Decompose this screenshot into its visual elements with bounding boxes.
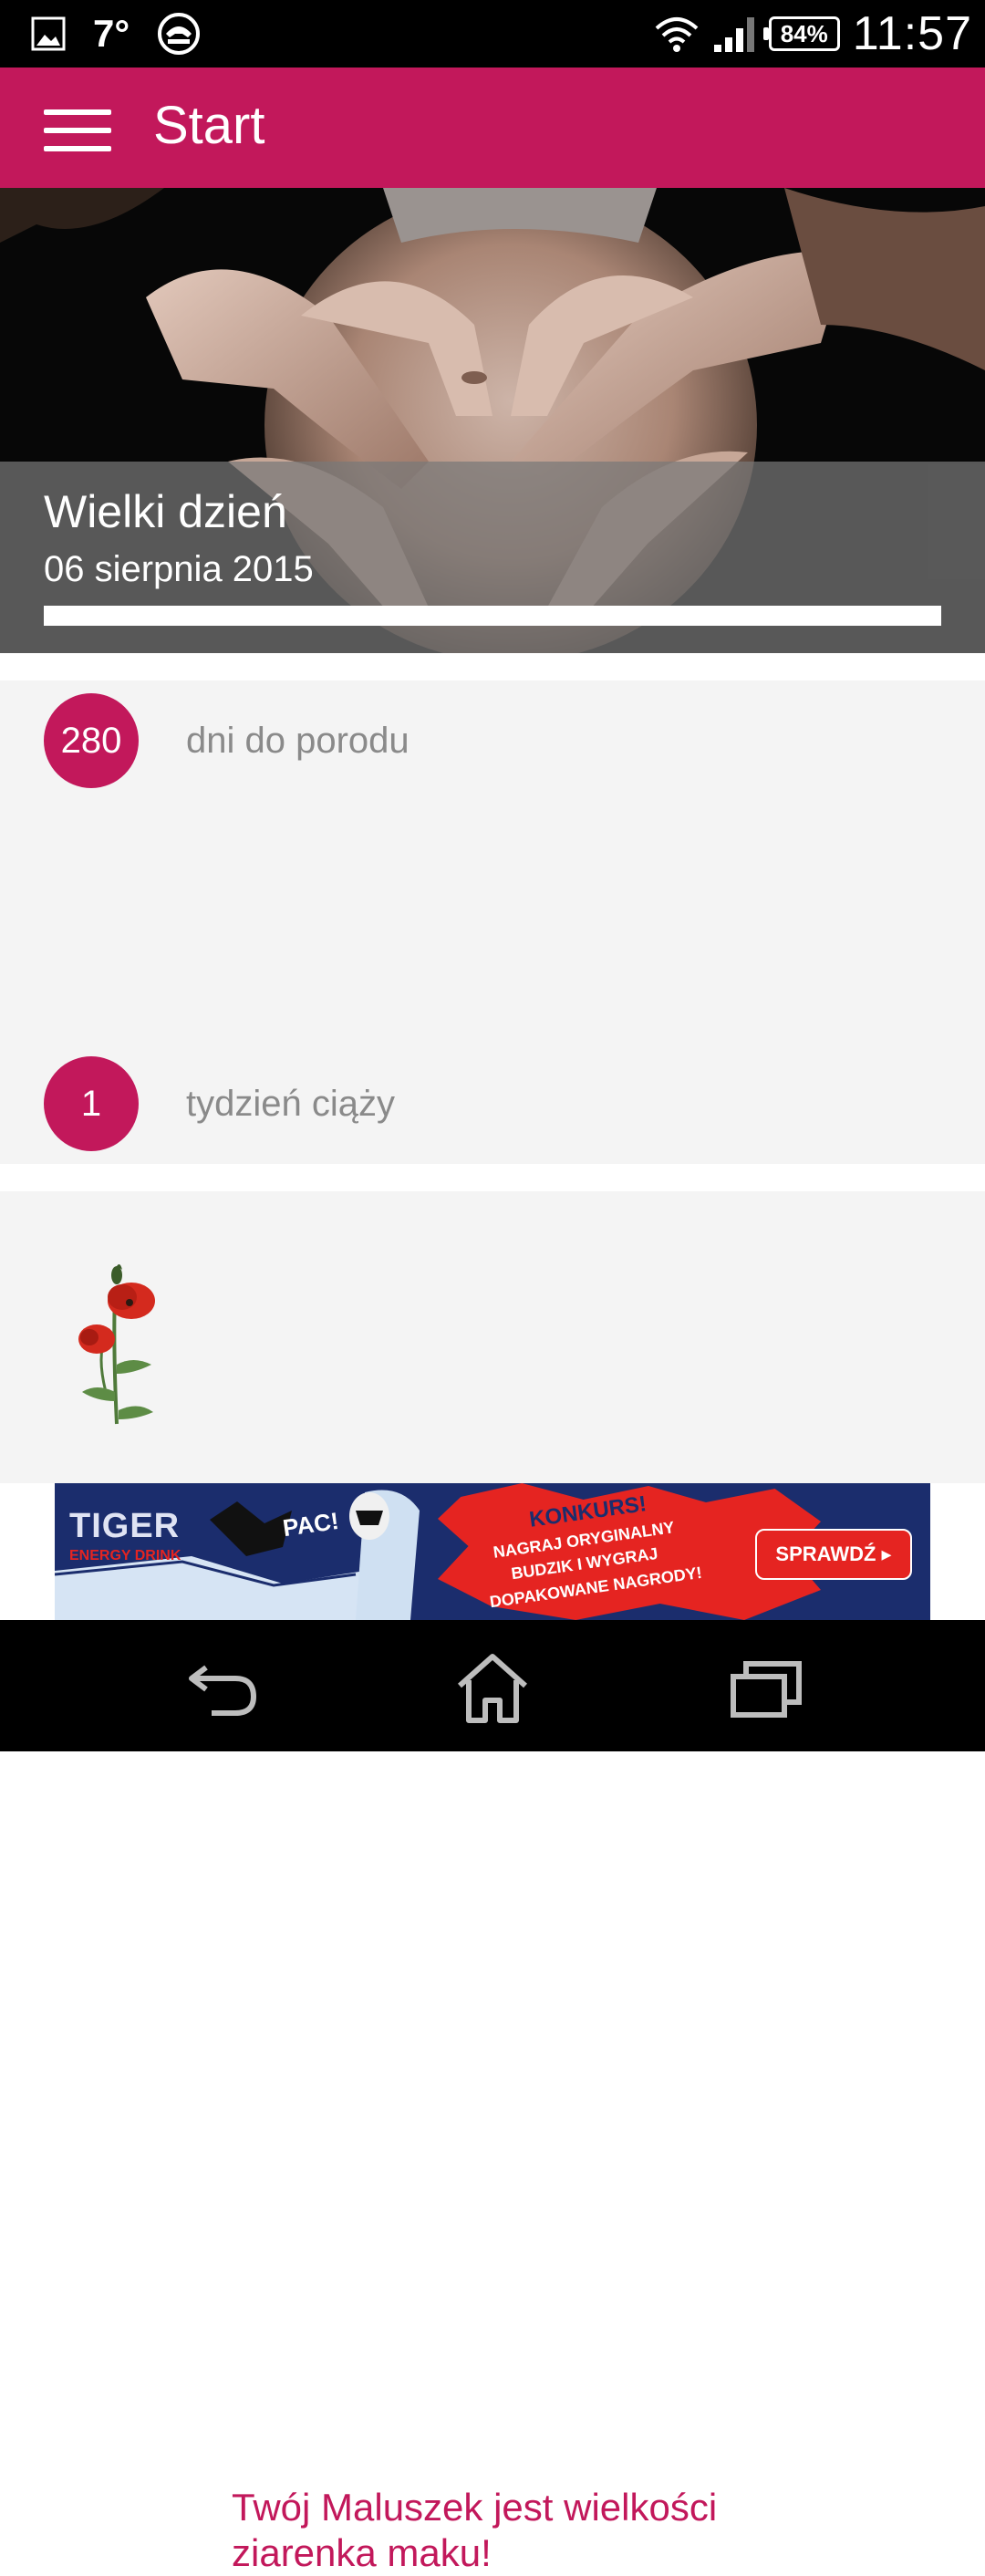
ad-brand-logo: TIGER [69,1507,181,1545]
battery-level: 84% [780,19,828,47]
temperature-text: 7° [93,12,130,55]
navigation-bar [0,1620,985,1751]
ad-cta-button[interactable]: SPRAWDŹ ▸ [755,1529,912,1580]
ad-brand: TIGER ENERGY DRINK [69,1507,181,1564]
app-bar: Start [0,68,985,188]
days-counter-label: dni do porodu [186,721,410,761]
battery-icon: 84% [762,16,840,51]
voicemail-icon [158,13,201,55]
page-title: Start [153,96,265,155]
pregnancy-progress-bar [44,606,941,626]
week-counter-badge: 1 [44,1056,139,1151]
days-counter-badge: 280 [44,693,139,788]
status-bar: 7° 84% 11:57 [0,0,985,68]
back-icon[interactable] [179,1651,270,1724]
wifi-icon [655,17,699,52]
signal-icon [713,17,754,52]
due-date: 06 sierpnia 2015 [44,549,314,589]
image-icon [31,16,66,51]
recent-apps-icon[interactable] [721,1651,812,1724]
ad-brand-sub: ENERGY DRINK [69,1548,181,1563]
status-right: 84% 11:57 [654,7,972,60]
baby-size-card[interactable]: Twój Maluszek jest wielkości ziarenka ma… [0,1191,985,2574]
baby-size-text: Twój Maluszek jest wielkości ziarenka ma… [232,2486,718,2574]
home-icon[interactable] [447,1651,538,1724]
poppy-flower-icon [78,1264,155,1425]
stats-card: 280 dni do porodu 1 tydzień ciąży [0,680,985,1164]
advertisement-banner[interactable]: TIGER ENERGY DRINK PAC! KONKURS! NAGRAJ … [55,1483,930,1620]
hamburger-menu-icon[interactable] [44,109,111,151]
hero-title: Wielki dzień [44,486,287,537]
week-counter-value: 1 [80,1083,102,1124]
clock: 11:57 [852,7,972,60]
status-left: 7° [31,9,201,58]
hero-banner: Wielki dzień 06 sierpnia 2015 [0,188,985,653]
days-counter-value: 280 [60,720,122,761]
week-counter-label: tydzień ciąży [186,1084,395,1124]
